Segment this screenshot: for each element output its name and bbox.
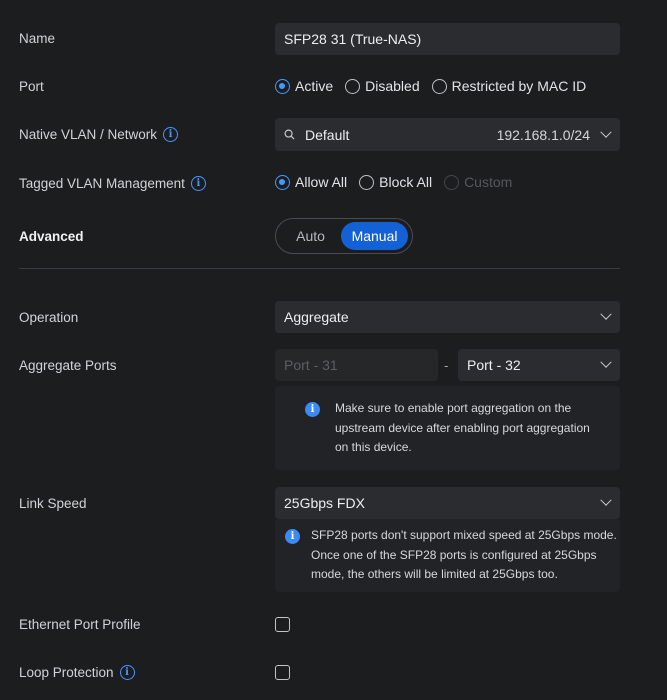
section-divider xyxy=(19,268,620,269)
radio-empty-icon xyxy=(345,78,361,94)
port-label: Port xyxy=(19,79,44,94)
native-vlan-value: Default xyxy=(305,126,350,143)
link-speed-label: Link Speed xyxy=(19,496,87,511)
link-speed-select[interactable]: 25Gbps FDX xyxy=(275,487,620,519)
aggregate-port-to-select[interactable]: Port - 32 xyxy=(458,349,620,381)
info-icon[interactable]: i xyxy=(119,665,135,680)
aggregate-ports-label: Aggregate Ports xyxy=(19,358,117,373)
port-radio-active[interactable]: Active xyxy=(275,78,333,94)
loop-protection-label: Loop Protection i xyxy=(19,665,135,680)
native-vlan-label: Native VLAN / Network i xyxy=(19,127,179,142)
loop-protection-checkbox[interactable] xyxy=(275,665,290,680)
link-speed-info-note: i SFP28 ports don't support mixed speed … xyxy=(275,519,620,592)
name-input[interactable]: SFP28 31 (True-NAS) xyxy=(275,23,620,55)
radio-empty-icon xyxy=(431,78,447,94)
advanced-auto-option[interactable]: Auto xyxy=(280,222,341,250)
chevron-down-icon xyxy=(600,356,612,368)
native-vlan-select[interactable]: Default 192.168.1.0/24 xyxy=(275,118,620,151)
operation-select[interactable]: Aggregate xyxy=(275,301,620,333)
aggregate-port-from-select: Port - 31 xyxy=(275,349,438,381)
advanced-label: Advanced xyxy=(19,229,84,244)
operation-label: Operation xyxy=(19,310,79,325)
radio-selected-icon xyxy=(275,78,290,94)
advanced-mode-toggle: Auto Manual xyxy=(275,218,413,254)
advanced-manual-option[interactable]: Manual xyxy=(341,222,408,250)
tagged-vlan-radio-group: Allow All Block All Custom xyxy=(275,174,512,190)
tagged-vlan-label: Tagged VLAN Management i xyxy=(19,176,206,191)
chevron-down-icon xyxy=(600,126,612,138)
radio-empty-icon xyxy=(359,174,375,190)
radio-empty-icon xyxy=(444,174,460,190)
port-radio-disabled[interactable]: Disabled xyxy=(345,78,420,94)
info-icon: i xyxy=(285,529,300,544)
ethernet-port-profile-checkbox[interactable] xyxy=(275,617,290,632)
aggregation-info-note: i Make sure to enable port aggregation o… xyxy=(275,386,620,470)
tagged-vlan-radio-block-all[interactable]: Block All xyxy=(359,174,432,190)
port-radio-restricted-mac[interactable]: Restricted by MAC ID xyxy=(431,78,586,94)
tagged-vlan-radio-allow-all[interactable]: Allow All xyxy=(275,174,347,190)
ethernet-port-profile-label: Ethernet Port Profile xyxy=(19,617,141,632)
aggregate-ports-separator: - xyxy=(444,358,449,373)
info-icon[interactable]: i xyxy=(190,176,206,191)
radio-selected-icon xyxy=(275,174,290,190)
port-radio-group: Active Disabled Restricted by MAC ID xyxy=(275,78,586,94)
chevron-down-icon xyxy=(600,308,612,320)
tagged-vlan-radio-custom: Custom xyxy=(444,174,512,190)
native-vlan-subnet: 192.168.1.0/24 xyxy=(496,126,590,143)
info-icon: i xyxy=(305,402,320,417)
chevron-down-icon xyxy=(600,494,612,506)
name-label: Name xyxy=(19,31,56,46)
info-icon[interactable]: i xyxy=(163,127,179,142)
search-icon xyxy=(284,129,295,140)
